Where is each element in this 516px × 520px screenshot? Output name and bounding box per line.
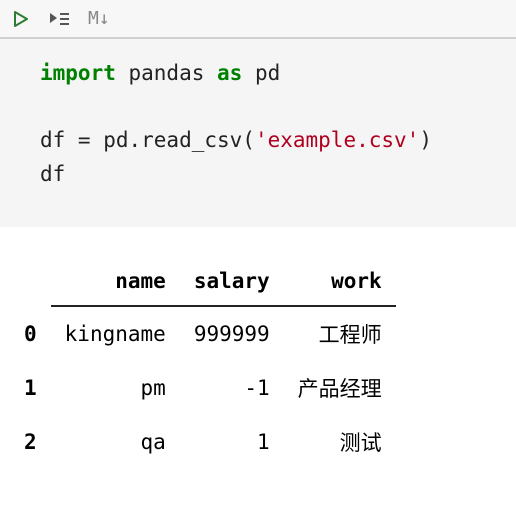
output-area: name salary work 0 kingname 999999 工程师 1… bbox=[0, 227, 516, 489]
cell-toolbar: M↓ bbox=[0, 0, 516, 39]
cell-name: kingname bbox=[51, 306, 180, 361]
code-text: ) bbox=[419, 128, 432, 152]
cell-name: qa bbox=[51, 415, 180, 469]
dataframe-table: name salary work 0 kingname 999999 工程师 1… bbox=[10, 257, 396, 469]
run-by-line-icon[interactable] bbox=[48, 10, 70, 28]
cell-salary: 1 bbox=[180, 415, 284, 469]
code-text: pandas bbox=[116, 61, 217, 85]
keyword-as: as bbox=[217, 61, 242, 85]
cell-name: pm bbox=[51, 361, 180, 415]
table-row: 2 qa 1 测试 bbox=[10, 415, 396, 469]
row-index: 2 bbox=[10, 415, 51, 469]
row-index: 0 bbox=[10, 306, 51, 361]
string-literal: 'example.csv' bbox=[255, 128, 419, 152]
index-header bbox=[10, 257, 51, 306]
cell-work: 产品经理 bbox=[284, 361, 396, 415]
col-header: work bbox=[284, 257, 396, 306]
code-text: pd bbox=[242, 61, 280, 85]
cell-salary: 999999 bbox=[180, 306, 284, 361]
cell-work: 工程师 bbox=[284, 306, 396, 361]
table-row: 1 pm -1 产品经理 bbox=[10, 361, 396, 415]
table-row: 0 kingname 999999 工程师 bbox=[10, 306, 396, 361]
cell-work: 测试 bbox=[284, 415, 396, 469]
code-text: df = pd.read_csv( bbox=[40, 128, 255, 152]
run-icon[interactable] bbox=[12, 10, 30, 28]
table-header-row: name salary work bbox=[10, 257, 396, 306]
code-cell[interactable]: import pandas as pd df = pd.read_csv('ex… bbox=[0, 39, 516, 227]
code-text: df bbox=[40, 162, 65, 186]
markdown-toggle[interactable]: M↓ bbox=[88, 8, 110, 29]
col-header: salary bbox=[180, 257, 284, 306]
keyword-import: import bbox=[40, 61, 116, 85]
col-header: name bbox=[51, 257, 180, 306]
cell-salary: -1 bbox=[180, 361, 284, 415]
row-index: 1 bbox=[10, 361, 51, 415]
